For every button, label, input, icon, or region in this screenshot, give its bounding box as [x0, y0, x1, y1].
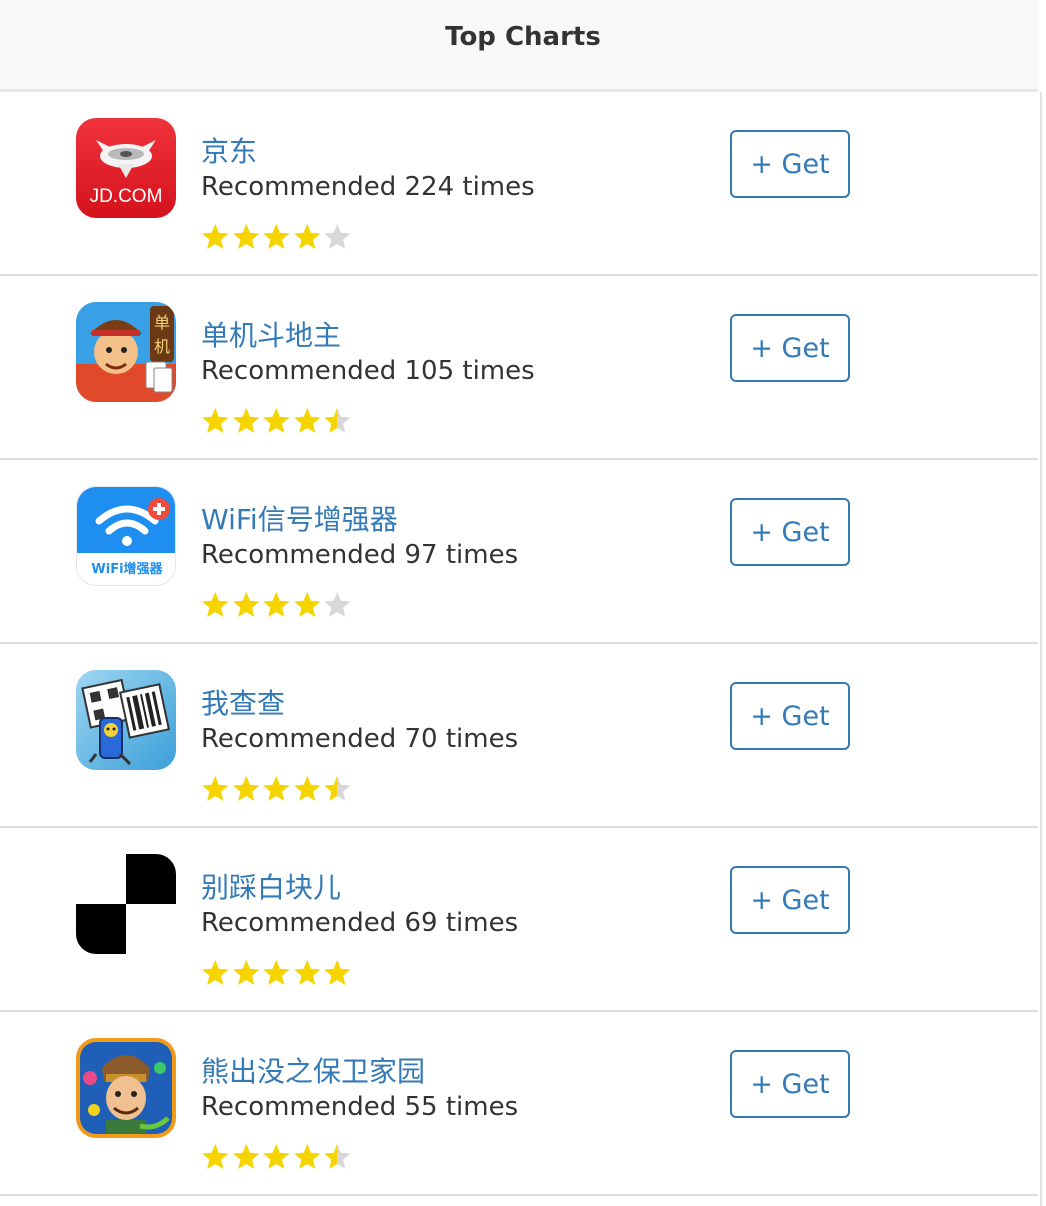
get-button[interactable]: + Get — [730, 314, 850, 382]
get-button[interactable]: + Get — [730, 1050, 850, 1118]
star-rating — [200, 1142, 353, 1172]
star-full-icon — [202, 407, 229, 433]
star-full-icon — [232, 223, 259, 249]
star-empty-icon — [324, 223, 351, 249]
app-list: JD.COM 京东 Recommended 224 times + Get 单 … — [0, 92, 1040, 1196]
star-full-icon — [202, 591, 229, 617]
app-row[interactable]: JD.COM 京东 Recommended 224 times + Get — [0, 92, 1040, 276]
wifi-icon[interactable]: WiFi增强器 — [76, 486, 176, 586]
star-full-icon — [232, 775, 259, 801]
star-rating — [200, 958, 353, 988]
star-full-icon — [263, 591, 290, 617]
get-button[interactable]: + Get — [730, 866, 850, 934]
svg-text:WiFi增强器: WiFi增强器 — [91, 561, 163, 577]
doudizhu-icon[interactable]: 单 机 — [76, 302, 176, 402]
star-rating — [200, 406, 353, 436]
svg-text:JD.COM: JD.COM — [90, 186, 163, 207]
app-name[interactable]: 我查查 — [201, 682, 285, 722]
recommend-count: Recommended 105 times — [201, 356, 535, 386]
app-name[interactable]: 单机斗地主 — [201, 314, 341, 354]
top-charts-page: Top Charts JD.COM 京东 Recommended 224 tim… — [0, 0, 1046, 1206]
star-rating — [200, 774, 353, 804]
app-row[interactable]: WiFi增强器 WiFi信号增强器 Recommended 97 times +… — [0, 460, 1040, 644]
barcode-icon[interactable] — [76, 670, 176, 770]
recommend-count: Recommended 224 times — [201, 172, 535, 202]
star-rating — [200, 590, 353, 620]
app-row[interactable]: 别踩白块儿 Recommended 69 times + Get — [0, 828, 1040, 1012]
star-full-icon — [324, 959, 351, 985]
app-row[interactable]: 单 机 单机斗地主 Recommended 105 times + Get — [0, 276, 1040, 460]
svg-text:机: 机 — [154, 337, 170, 356]
recommend-count: Recommended 55 times — [201, 1092, 519, 1122]
bear-game-icon[interactable] — [76, 1038, 176, 1138]
star-full-icon — [232, 591, 259, 617]
app-name[interactable]: 别踩白块儿 — [201, 866, 341, 906]
star-full-icon — [293, 775, 320, 801]
app-name[interactable]: 熊出没之保卫家园 — [201, 1050, 425, 1090]
app-name[interactable]: WiFi信号增强器 — [201, 498, 398, 538]
recommend-count: Recommended 70 times — [201, 724, 519, 754]
star-full-icon — [293, 959, 320, 985]
jd-icon[interactable]: JD.COM — [76, 118, 176, 218]
svg-text:单: 单 — [154, 313, 170, 332]
app-name[interactable]: 京东 — [201, 130, 257, 170]
star-full-icon — [263, 407, 290, 433]
star-full-icon — [202, 1143, 229, 1169]
recommend-count: Recommended 69 times — [201, 908, 519, 938]
star-full-icon — [202, 775, 229, 801]
star-half-icon — [324, 1143, 351, 1169]
recommend-count: Recommended 97 times — [201, 540, 519, 570]
star-full-icon — [293, 1143, 320, 1169]
get-button[interactable]: + Get — [730, 130, 850, 198]
page-title: Top Charts — [445, 21, 601, 52]
app-row[interactable]: 熊出没之保卫家园 Recommended 55 times + Get — [0, 1012, 1040, 1196]
star-full-icon — [232, 1143, 259, 1169]
star-full-icon — [263, 959, 290, 985]
star-half-icon — [324, 407, 351, 433]
star-full-icon — [293, 223, 320, 249]
star-full-icon — [202, 223, 229, 249]
star-full-icon — [202, 959, 229, 985]
star-full-icon — [232, 959, 259, 985]
star-full-icon — [232, 407, 259, 433]
star-empty-icon — [324, 591, 351, 617]
star-full-icon — [263, 1143, 290, 1169]
scrollbar-line — [1040, 92, 1042, 1206]
piano-tiles-icon[interactable] — [76, 854, 176, 954]
star-full-icon — [263, 223, 290, 249]
get-button[interactable]: + Get — [730, 498, 850, 566]
get-button[interactable]: + Get — [730, 682, 850, 750]
top-bar: Top Charts — [0, 0, 1046, 92]
star-full-icon — [293, 591, 320, 617]
star-full-icon — [263, 775, 290, 801]
app-row[interactable]: 我查查 Recommended 70 times + Get — [0, 644, 1040, 828]
star-half-icon — [324, 775, 351, 801]
star-rating — [200, 222, 353, 252]
star-full-icon — [293, 407, 320, 433]
